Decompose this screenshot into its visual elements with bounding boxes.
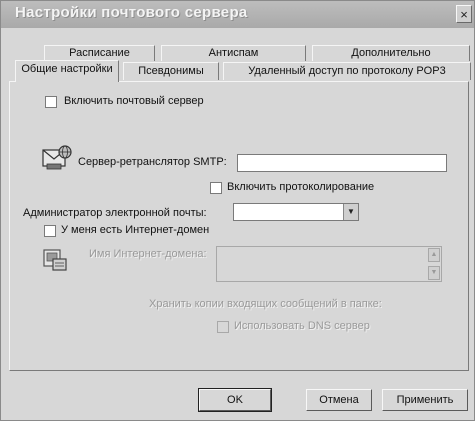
enable-server-label: Включить почтовый сервер <box>64 95 204 107</box>
domain-icon <box>43 249 67 271</box>
use-dns-label: Использовать DNS сервер <box>234 320 370 332</box>
admin-email-label: Администратор электронной почты: <box>23 207 207 219</box>
enable-logging-checkbox[interactable] <box>210 182 222 194</box>
mail-store-label: Хранить копии входящих сообщений в папке… <box>149 298 382 310</box>
mail-server-icon <box>42 145 72 170</box>
enable-server-checkbox[interactable] <box>45 96 57 108</box>
mail-server-settings-dialog: Настройки почтового сервера × Расписание… <box>0 0 475 421</box>
smtp-relay-label: Сервер-ретранслятор SMTP: <box>78 156 227 168</box>
enable-logging-label: Включить протоколирование <box>227 181 375 193</box>
tab-pop3-remote[interactable]: Удаленный доступ по протоколу POP3 <box>223 62 471 80</box>
ok-button[interactable]: OK <box>198 388 272 412</box>
apply-button[interactable]: Применить <box>382 389 468 411</box>
internet-domain-label: У меня есть Интернет-домен <box>61 224 210 236</box>
tab-antispam-label: Антиспам <box>208 47 259 59</box>
admin-email-combo[interactable]: ▼ <box>233 203 359 221</box>
window-title: Настройки почтового сервера <box>15 4 248 21</box>
use-dns-checkbox[interactable] <box>217 321 229 333</box>
scroll-up-icon[interactable]: ▲ <box>428 248 440 262</box>
internet-domain-checkbox[interactable] <box>44 225 56 237</box>
smtp-relay-input[interactable] <box>237 154 447 172</box>
close-icon: × <box>460 7 468 22</box>
tab-general[interactable]: Общие настройки <box>15 60 119 82</box>
cancel-button[interactable]: Отмена <box>306 389 372 411</box>
tab-advanced-label: Дополнительно <box>351 47 431 59</box>
tab-schedule-label: Расписание <box>69 47 130 59</box>
tab-aliases-label: Псевдонимы <box>138 65 204 77</box>
tab-aliases[interactable]: Псевдонимы <box>123 62 219 80</box>
domain-name-label: Имя Интернет-домена: <box>89 248 207 260</box>
title-bar: Настройки почтового сервера × <box>1 1 474 28</box>
tab-schedule[interactable]: Расписание <box>44 45 155 61</box>
domain-name-listbox[interactable]: ▲ ▼ <box>216 246 442 282</box>
tab-general-label: Общие настройки <box>21 63 113 75</box>
tab-pop3-remote-label: Удаленный доступ по протоколу POP3 <box>248 65 446 77</box>
close-button[interactable]: × <box>456 5 472 23</box>
scroll-down-icon[interactable]: ▼ <box>428 266 440 280</box>
chevron-down-icon[interactable]: ▼ <box>343 204 358 220</box>
tab-advanced[interactable]: Дополнительно <box>312 45 470 61</box>
tab-antispam[interactable]: Антиспам <box>161 45 306 61</box>
